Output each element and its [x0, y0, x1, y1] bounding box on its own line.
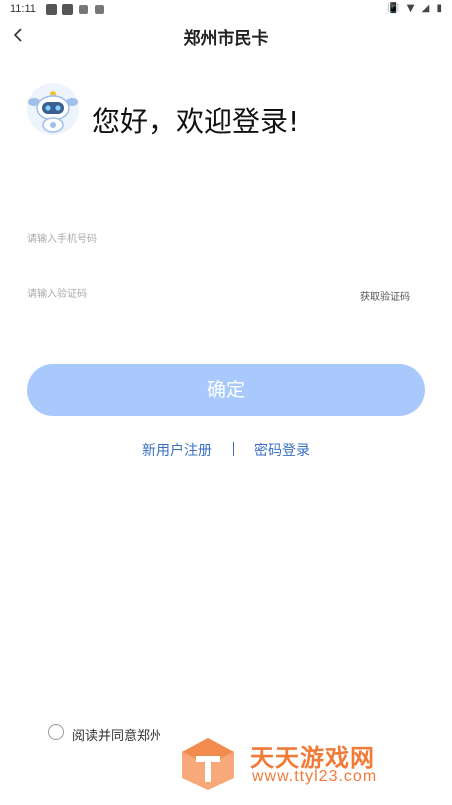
notification-icon — [46, 4, 57, 15]
phone-field-row — [27, 228, 425, 252]
password-login-link[interactable]: 密码登录 — [254, 443, 310, 459]
welcome-section: 您好，欢迎登录! — [26, 82, 426, 142]
auth-links: 新用户注册 密码登录 — [0, 440, 452, 462]
status-icons: 📳 ▼ ◢ ▮ — [387, 3, 444, 14]
robot-mascot-icon — [27, 83, 79, 135]
register-link[interactable]: 新用户注册 — [142, 443, 212, 459]
watermark-url: www.ttyl23.com — [252, 768, 378, 785]
welcome-heading: 您好，欢迎登录! — [92, 105, 300, 138]
confirm-button[interactable]: 确定 — [27, 364, 425, 416]
agreement-row: 阅读并同意郑州 — [48, 723, 168, 743]
watermark: 天天游戏网 www.ttyl23.com — [180, 736, 440, 796]
notification-icon — [79, 5, 88, 14]
notification-icon — [62, 4, 73, 15]
status-time: 11:11 — [10, 3, 36, 15]
status-bar: 11:11 📳 ▼ ◢ ▮ — [0, 0, 452, 20]
phone-input[interactable] — [27, 228, 327, 250]
get-code-button[interactable]: 获取验证码 — [360, 288, 410, 303]
nav-bar: 郑州市民卡 — [0, 20, 452, 52]
page-title: 郑州市民卡 — [183, 29, 269, 49]
link-divider — [232, 442, 234, 456]
code-field-row: 获取验证码 — [27, 283, 425, 307]
agreement-checkbox[interactable] — [48, 724, 64, 740]
verification-code-input[interactable] — [27, 283, 327, 305]
agreement-text: 阅读并同意郑州 — [72, 729, 160, 743]
watermark-logo-icon — [182, 738, 234, 790]
notification-icon — [95, 5, 104, 14]
